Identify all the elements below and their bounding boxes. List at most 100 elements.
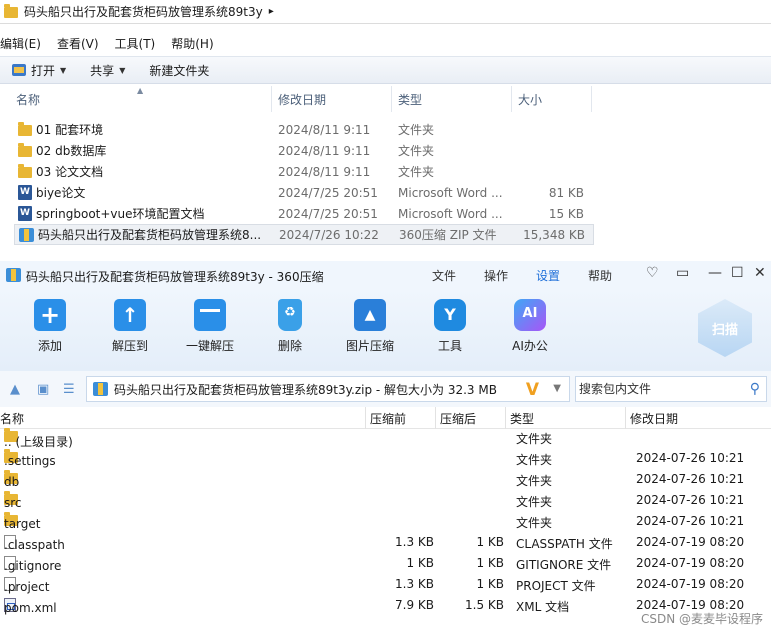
file-row[interactable]: 02 db数据库 2024/8/11 9:11 文件夹 xyxy=(14,140,594,161)
breadcrumb[interactable]: 码头船只出行及配套货柜码放管理系统89t3y xyxy=(24,3,263,20)
image-compress-icon xyxy=(354,299,386,331)
file-modified: 2024/8/11 9:11 xyxy=(278,122,371,137)
zip-file-name-cell: src xyxy=(4,491,22,510)
zip-size-before: 1.3 KB xyxy=(395,535,434,549)
zip-menu-settings[interactable]: 设置 xyxy=(536,267,560,284)
address-bar[interactable]: 码头船只出行及配套货柜码放管理系统89t3y ▸ xyxy=(0,0,771,24)
file-row[interactable]: Wspringboot+vue环境配置文档 2024/7/25 20:51 Micr… xyxy=(14,203,594,224)
file-name-cell: 码头船只出行及配套货柜码放管理系统8... xyxy=(15,226,279,243)
extract-to-button[interactable]: 解压到 xyxy=(95,299,165,354)
scan-button[interactable]: 扫描 xyxy=(698,299,752,357)
list-view-icon[interactable]: ☰ xyxy=(63,382,75,397)
column-divider xyxy=(435,407,436,429)
menu-bar: 编辑(E) 查看(V) 工具(T) 帮助(H) xyxy=(0,32,771,54)
feedback-icon[interactable]: ▭ xyxy=(676,265,689,281)
zip-file-row[interactable]: target 文件夹 2024-07-26 10:21 xyxy=(0,511,771,532)
file-modified: 2024/7/25 20:51 xyxy=(278,206,378,221)
thumbnail-view-icon[interactable]: ▣ xyxy=(37,382,49,397)
zip-column-name[interactable]: 名称 xyxy=(0,410,24,427)
file-row[interactable]: Wbiye论文 2024/7/25 20:51 Microsoft Word ...… xyxy=(14,182,594,203)
zip-file-name: .gitignore xyxy=(4,559,62,573)
zip-file-name-cell: pom.xml xyxy=(4,598,57,615)
zip-file-row[interactable]: .gitignore 1 KB 1 KB GITIGNORE 文件 2024-07-19… xyxy=(0,553,771,574)
file-row[interactable]: 01 配套环境 2024/8/11 9:11 文件夹 xyxy=(14,119,594,140)
menu-tools[interactable]: 工具(T) xyxy=(107,35,164,52)
menu-help[interactable]: 帮助(H) xyxy=(163,35,221,52)
chevron-down-icon[interactable]: ▼ xyxy=(553,383,561,394)
zip-column-type[interactable]: 类型 xyxy=(510,410,534,427)
file-type: 文件夹 xyxy=(398,165,435,179)
zip-app-icon xyxy=(6,268,21,282)
chevron-right-icon[interactable]: ▸ xyxy=(269,6,274,17)
new-folder-button[interactable]: 新建文件夹 xyxy=(137,58,221,82)
ai-office-button[interactable]: AI办公 xyxy=(495,299,565,354)
open-button[interactable]: 打开 ▼ xyxy=(0,58,78,82)
zip-column-before[interactable]: 压缩前 xyxy=(370,410,406,427)
one-key-extract-icon xyxy=(194,299,226,331)
add-button[interactable]: 添加 xyxy=(15,299,85,354)
menu-edit[interactable]: 编辑(E) xyxy=(0,35,49,52)
zip-file-row[interactable]: .classpath 1.3 KB 1 KB CLASSPATH 文件 2024-07-… xyxy=(0,532,771,553)
column-divider xyxy=(505,407,506,429)
delete-button[interactable]: 删除 xyxy=(255,299,325,354)
up-arrow-icon[interactable]: ▲ xyxy=(10,382,20,397)
search-icon[interactable]: ⚲ xyxy=(750,381,760,397)
close-icon[interactable]: ✕ xyxy=(754,265,766,281)
maximize-icon[interactable]: ☐ xyxy=(731,265,744,281)
file-name-cell: 02 db数据库 xyxy=(14,142,278,159)
zip-file-row[interactable]: src 文件夹 2024-07-26 10:21 xyxy=(0,490,771,511)
zip-size-after: 1.5 KB xyxy=(465,598,504,612)
extract-label: 解压到 xyxy=(111,339,148,353)
zip-file-row[interactable]: .settings 文件夹 2024-07-26 10:21 xyxy=(0,448,771,469)
column-name[interactable]: 名称 xyxy=(0,86,272,112)
zip-file-row[interactable]: db 文件夹 2024-07-26 10:21 xyxy=(0,469,771,490)
zip-file-type: 文件夹 xyxy=(516,516,553,530)
zip-column-modified[interactable]: 修改日期 xyxy=(630,410,678,427)
column-modified[interactable]: 修改日期 xyxy=(272,86,392,112)
zip-file-row[interactable]: .. (上级目录) 文件夹 xyxy=(0,427,771,449)
minimize-icon[interactable]: — xyxy=(708,265,722,281)
zip-file-name-cell: .project xyxy=(4,577,49,594)
zip-size-after: 1 KB xyxy=(476,535,504,549)
file-row[interactable]: 03 论文文档 2024/8/11 9:11 文件夹 xyxy=(14,161,594,182)
zip-file-type: GITIGNORE 文件 xyxy=(516,558,612,572)
zip-menu-file[interactable]: 文件 xyxy=(432,267,456,284)
image-compress-label: 图片压缩 xyxy=(345,339,394,353)
zip-file-type: XML 文档 xyxy=(516,600,570,614)
path-field[interactable]: 码头船只出行及配套货柜码放管理系统89t3y.zip - 解包大小为 32.3 … xyxy=(86,376,570,402)
explorer-toolbar: 打开 ▼ 共享 ▼ 新建文件夹 xyxy=(0,56,771,84)
zip-column-after[interactable]: 压缩后 xyxy=(440,410,476,427)
share-button[interactable]: 共享 ▼ xyxy=(78,58,137,82)
zip-menu-action[interactable]: 操作 xyxy=(484,267,508,284)
word-icon: W xyxy=(18,206,32,221)
watermark: CSDN @麦麦毕设程序 xyxy=(640,612,763,626)
zip-file-name-cell: .classpath xyxy=(4,535,65,552)
file-modified: 2024/7/26 10:22 xyxy=(279,227,379,242)
column-size[interactable]: 大小 xyxy=(512,86,592,112)
tools-button[interactable]: 工具 xyxy=(415,299,485,354)
zip-file-type: 文件夹 xyxy=(516,432,553,446)
search-field[interactable]: ⚲ xyxy=(575,376,767,402)
zip-file-name-cell: db xyxy=(4,470,19,489)
zip-file-date: 2024-07-26 10:21 xyxy=(636,472,745,486)
image-compress-button[interactable]: 图片压缩 xyxy=(335,299,405,354)
zip-file-name: .classpath xyxy=(4,538,65,552)
zip-file-name-cell: .settings xyxy=(4,449,56,468)
folder-icon xyxy=(18,122,32,136)
zip-file-row[interactable]: .project 1.3 KB 1 KB PROJECT 文件 2024-07-19 0… xyxy=(0,574,771,595)
folder-icon xyxy=(4,4,18,18)
search-input[interactable] xyxy=(579,382,739,396)
file-modified: 2024/8/11 9:11 xyxy=(278,164,371,179)
file-name-cell: Wbiye论文 xyxy=(14,184,278,201)
skin-icon[interactable]: ♡ xyxy=(646,265,659,281)
chevron-down-icon: ▼ xyxy=(60,65,67,75)
one-key-extract-button[interactable]: 一键解压 xyxy=(175,299,245,354)
file-type: Microsoft Word ... xyxy=(398,206,503,221)
extract-icon xyxy=(114,299,146,331)
menu-view[interactable]: 查看(V) xyxy=(49,35,107,52)
column-type[interactable]: 类型 xyxy=(392,86,512,112)
zip-menu-help[interactable]: 帮助 xyxy=(588,267,612,284)
file-row[interactable]: 码头船只出行及配套货柜码放管理系统8... 2024/7/26 10:22 360压… xyxy=(14,224,594,245)
column-divider xyxy=(365,407,366,429)
word-icon: W xyxy=(18,185,32,200)
